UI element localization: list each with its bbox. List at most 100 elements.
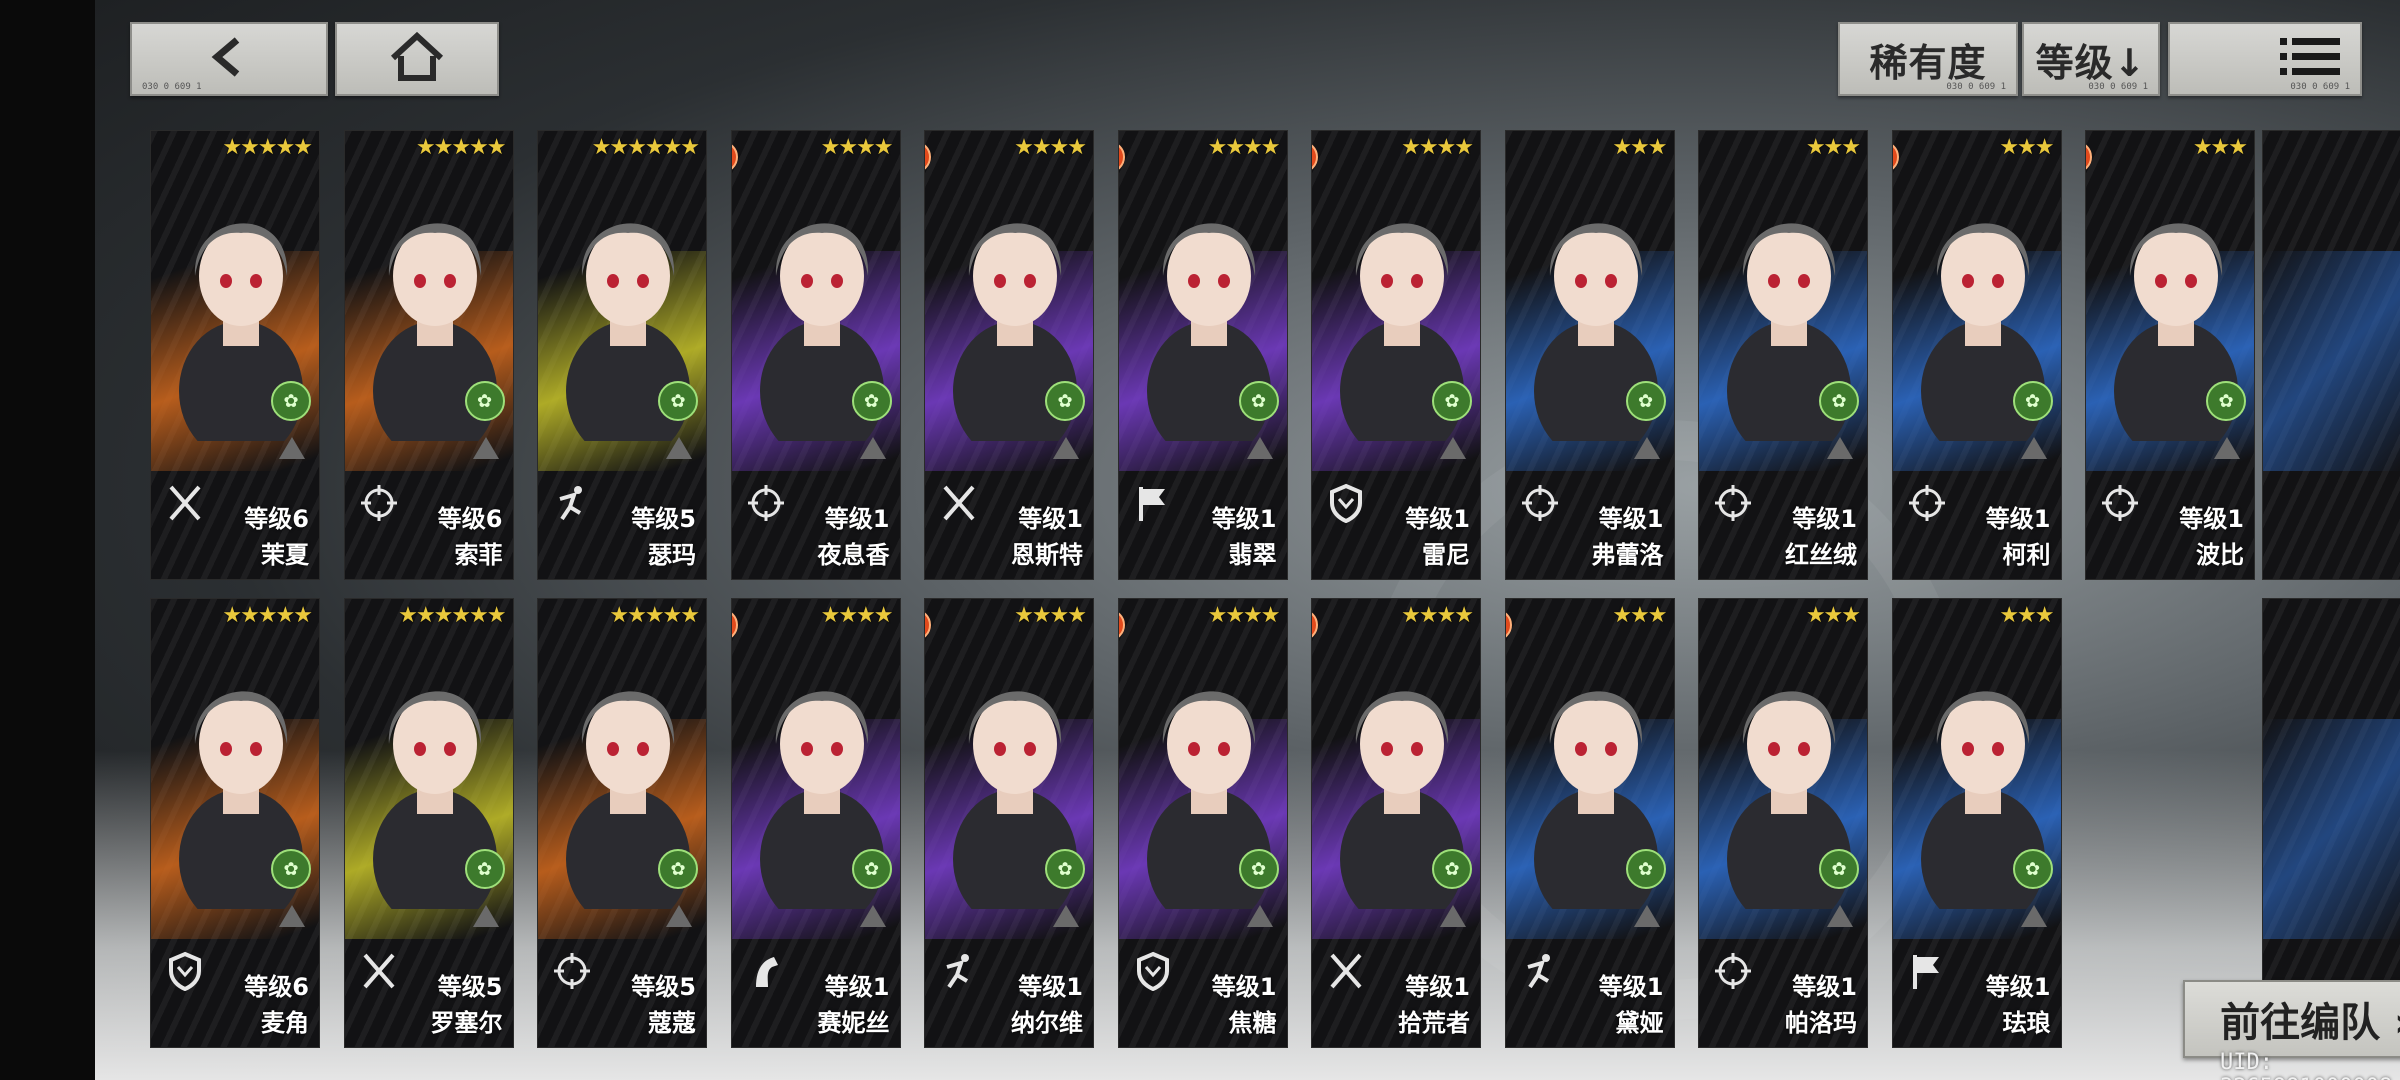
character-level: 等级1 xyxy=(1018,973,1083,1001)
triangle-icon xyxy=(1633,437,1660,459)
sort-level-label: 等级↓ xyxy=(2035,40,2147,85)
character-card[interactable]: ★★★★ ! ✿ 等级1 翡翠 xyxy=(1117,130,1288,580)
runner-icon xyxy=(552,483,592,523)
faction-emblem-icon: ✿ xyxy=(658,381,698,421)
character-card[interactable]: ★★★★ ! ✿ 等级1 恩斯特 xyxy=(924,130,1094,580)
button-code: 030 0 609 1 xyxy=(2088,82,2148,92)
rarity-stars: ★★★★ xyxy=(1014,135,1087,160)
character-card[interactable]: ★★★★★ ✿ 等级6 茉夏 xyxy=(150,130,320,580)
character-card[interactable]: ★★★ ✿ 等级1 珐琅 xyxy=(1891,598,2062,1048)
character-card[interactable]: ★★★★ ! ✿ 等级1 夜息香 xyxy=(730,130,901,580)
character-name: 瑟玛 xyxy=(648,541,696,569)
crosshair-icon xyxy=(1713,951,1753,991)
character-card[interactable]: ★★★ ! ✿ 等级1 波比 xyxy=(2085,130,2255,580)
character-level: 等级1 xyxy=(1405,505,1470,533)
button-code: 030 0 609 1 xyxy=(2290,82,2350,92)
character-name: 罗塞尔 xyxy=(430,1009,503,1037)
triangle-icon xyxy=(1246,905,1273,927)
triangle-icon xyxy=(2214,437,2240,459)
back-button[interactable]: 030 0 609 1 xyxy=(130,22,328,96)
character-level: 等级1 xyxy=(1405,973,1470,1001)
crosshair-icon xyxy=(1713,483,1753,523)
blades-icon xyxy=(359,951,399,991)
character-card[interactable]: ★★★★★★ ✿ 等级5 瑟玛 xyxy=(537,130,707,580)
uid-text: UID: 3265991000008 xyxy=(2220,1050,2392,1080)
character-name: 柯利 xyxy=(2002,541,2051,569)
character-name: 珐琅 xyxy=(2002,1009,2051,1037)
triangle-icon xyxy=(472,905,499,927)
character-card[interactable]: ★★★★ ! ✿ 等级1 拾荒者 xyxy=(1311,598,1481,1048)
shield-icon xyxy=(165,951,205,992)
list-icon xyxy=(2280,34,2340,84)
faction-emblem-icon: ✿ xyxy=(1819,849,1859,889)
character-card[interactable]: ★★★★ ! ✿ 等级1 纳尔维 xyxy=(924,598,1094,1048)
character-level: 等级1 xyxy=(1792,973,1857,1001)
flag-icon xyxy=(1133,483,1173,523)
faction-emblem-icon: ✿ xyxy=(2012,849,2053,889)
character-level: 等级1 xyxy=(1211,973,1277,1001)
character-card[interactable]: ★★★★★★ ✿ 等级5 罗塞尔 xyxy=(343,598,514,1048)
rarity-stars: ★★★★★★ xyxy=(398,603,506,628)
blades-icon xyxy=(165,483,205,523)
character-card[interactable]: ★★★★ ! ✿ 等级1 焦糖 xyxy=(1117,598,1288,1048)
character-name: 纳尔维 xyxy=(1011,1009,1083,1037)
triangle-icon xyxy=(279,437,305,459)
triangle-icon xyxy=(1440,905,1466,927)
rarity-stars: ★★★ xyxy=(1805,603,1861,628)
menu-button[interactable]: 030 0 609 1 xyxy=(2168,22,2362,96)
character-card[interactable]: ★★★ ! ✿ 等级1 柯利 xyxy=(1891,130,2062,580)
character-card[interactable]: ★★★★★ ✿ 等级6 麦角 xyxy=(150,598,320,1048)
character-name: 焦糖 xyxy=(1228,1009,1277,1037)
character-level: 等级1 xyxy=(824,505,890,533)
character-card[interactable]: ★★★ ✿ 等级1 红丝绒 xyxy=(1698,130,1868,580)
sort-level-button[interactable]: 等级↓ 030 0 609 1 xyxy=(2022,22,2160,96)
character-name: 拾荒者 xyxy=(1398,1009,1470,1037)
go-formation-button[interactable]: 前往编队 » xyxy=(2183,980,2400,1058)
character-name: 黛娅 xyxy=(1615,1009,1664,1037)
faction-emblem-icon: ✿ xyxy=(658,849,698,889)
rarity-stars: ★★★ xyxy=(1999,603,2054,628)
home-button[interactable] xyxy=(335,22,499,96)
faction-emblem-icon: ✿ xyxy=(1045,849,1085,889)
sort-rarity-label: 稀有度 xyxy=(1869,40,1987,85)
character-level: 等级1 xyxy=(2179,505,2244,533)
sort-rarity-button[interactable]: 稀有度 030 0 609 1 xyxy=(1838,22,2018,96)
character-name: 弗蕾洛 xyxy=(1591,541,1664,569)
flag-icon xyxy=(1907,951,1947,991)
character-card[interactable]: ★★★★ ! ✿ 等级1 赛妮丝 xyxy=(730,598,901,1048)
character-card-partial[interactable] xyxy=(2262,130,2400,580)
character-card[interactable]: ★★★★★ ✿ 等级6 索菲 xyxy=(343,130,514,580)
triangle-icon xyxy=(859,905,886,927)
triangle-icon xyxy=(1053,905,1079,927)
triangle-icon xyxy=(1246,437,1273,459)
character-card[interactable]: ★★★ ! ✿ 等级1 黛娅 xyxy=(1504,598,1675,1048)
triangle-icon xyxy=(2020,437,2047,459)
character-level: 等级1 xyxy=(1985,505,2051,533)
faction-emblem-icon: ✿ xyxy=(271,381,311,421)
character-name: 麦角 xyxy=(261,1009,309,1037)
button-code: 030 0 609 1 xyxy=(142,82,202,92)
crosshair-icon xyxy=(746,483,786,523)
triangle-icon xyxy=(666,905,692,927)
rarity-stars: ★★★★ xyxy=(1014,603,1087,628)
chevron-left-icon xyxy=(199,32,259,86)
rarity-stars: ★★★★ xyxy=(1401,135,1474,160)
crosshair-icon xyxy=(359,483,399,523)
runner-icon xyxy=(939,951,979,991)
faction-emblem-icon: ✿ xyxy=(1432,849,1472,889)
triangle-icon xyxy=(859,437,886,459)
character-card[interactable]: ★★★ ✿ 等级1 弗蕾洛 xyxy=(1504,130,1675,580)
character-level: 等级6 xyxy=(437,505,503,533)
rarity-stars: ★★★★★★ xyxy=(591,135,700,160)
triangle-icon xyxy=(472,437,499,459)
rarity-stars: ★★★ xyxy=(1805,135,1861,160)
character-card[interactable]: ★★★★ ! ✿ 等级1 雷尼 xyxy=(1311,130,1481,580)
character-level: 等级5 xyxy=(631,505,696,533)
character-card[interactable]: ★★★ ✿ 等级1 帕洛玛 xyxy=(1698,598,1868,1048)
rarity-stars: ★★★ xyxy=(1612,603,1667,628)
rarity-stars: ★★★★★ xyxy=(222,135,313,160)
character-level: 等级1 xyxy=(824,973,890,1001)
character-card[interactable]: ★★★★★ ✿ 等级5 蔻蔻 xyxy=(537,598,707,1048)
rarity-stars: ★★★★ xyxy=(1207,135,1281,160)
character-level: 等级1 xyxy=(1598,973,1664,1001)
